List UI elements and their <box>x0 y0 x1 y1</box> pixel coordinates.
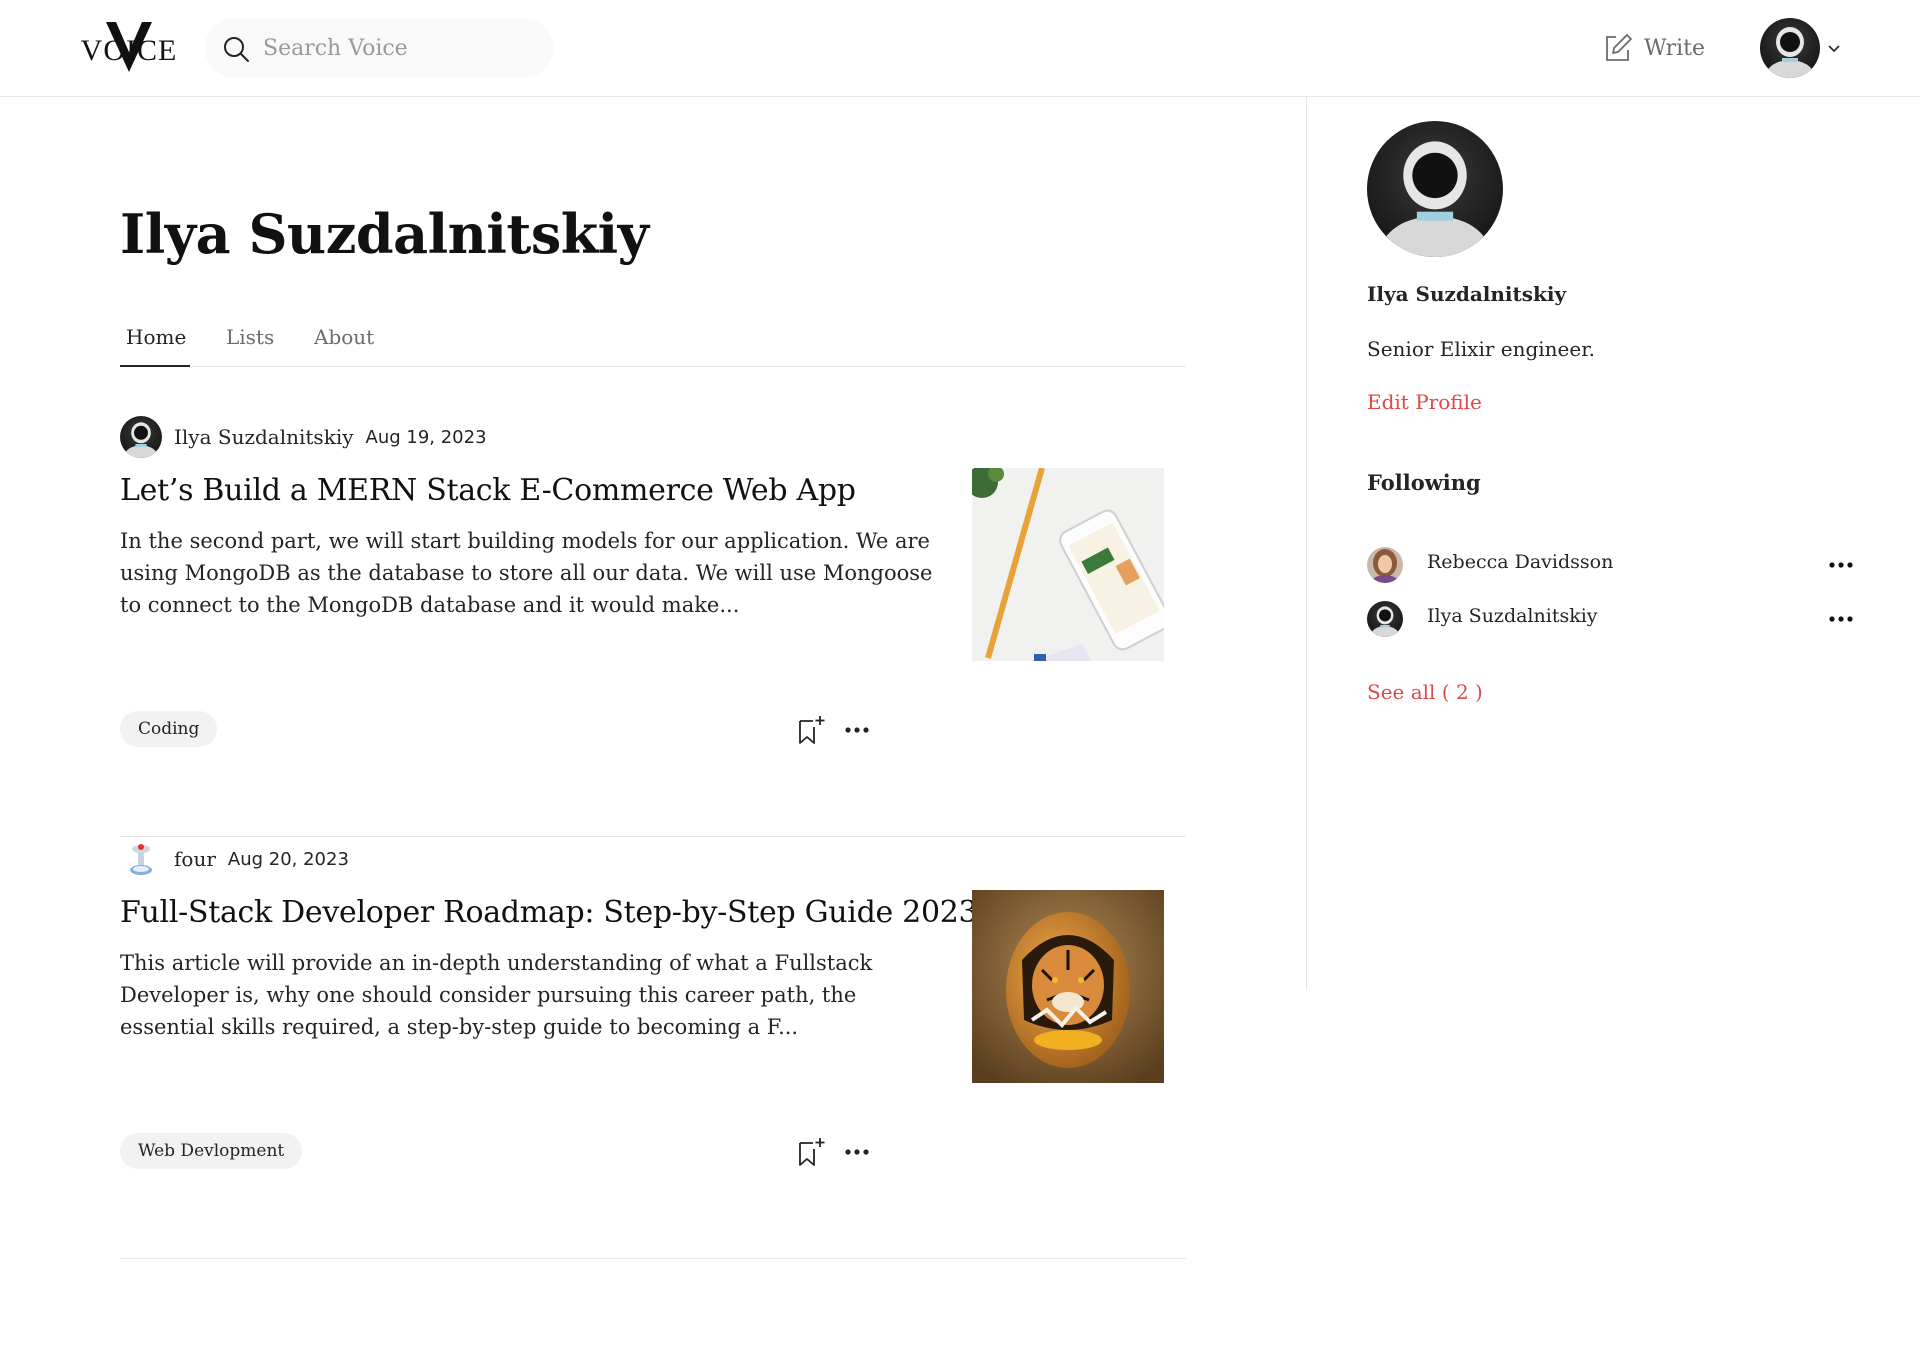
write-label: Write <box>1644 35 1706 61</box>
following-name[interactable]: Rebecca Davidsson <box>1427 551 1613 573</box>
bookmark-add-icon[interactable] <box>796 1137 826 1167</box>
author-name[interactable]: Ilya Suzdalnitskiy <box>174 425 354 449</box>
more-options-icon[interactable] <box>842 720 872 740</box>
robot-avatar-icon <box>1766 27 1814 78</box>
bookmark-add-icon[interactable] <box>796 715 826 745</box>
tab-about[interactable]: About <box>314 325 374 349</box>
article-title[interactable]: Let’s Build a MERN Stack E-Commerce Web … <box>120 473 856 508</box>
more-options-icon[interactable] <box>1827 611 1855 627</box>
profile-name: Ilya Suzdalnitskiy <box>1367 282 1567 306</box>
sidebar-divider <box>1306 97 1307 990</box>
figurine-avatar-icon <box>120 838 162 880</box>
robot-avatar-icon <box>124 422 158 458</box>
edit-profile-link[interactable]: Edit Profile <box>1367 390 1482 414</box>
tag-chip[interactable]: Web Devlopment <box>120 1133 303 1169</box>
search-icon <box>224 37 249 62</box>
article-excerpt[interactable]: This article will provide an in-depth un… <box>120 947 940 1043</box>
article-thumbnail[interactable] <box>972 468 1164 661</box>
article-excerpt[interactable]: In the second part, we will start buildi… <box>120 525 940 621</box>
robot-avatar-icon <box>1370 606 1400 637</box>
top-header: VOICE Write <box>0 0 1920 97</box>
profile-tabs: Home Lists About <box>120 315 1186 367</box>
see-all-following-link[interactable]: See all ( 2 ) <box>1367 680 1483 704</box>
phone-on-desk-image <box>972 468 1164 661</box>
woman-portrait-avatar-icon <box>1367 547 1403 583</box>
following-item[interactable]: Rebecca Davidsson <box>1367 545 1857 585</box>
more-options-icon[interactable] <box>1827 557 1855 573</box>
write-icon <box>1606 34 1632 61</box>
article-meta: Ilya Suzdalnitskiy Aug 19, 2023 <box>120 415 487 459</box>
article-card[interactable]: Ilya Suzdalnitskiy Aug 19, 2023 Let’s Bu… <box>120 415 1186 837</box>
author-name[interactable]: four <box>174 847 216 871</box>
article-date: Aug 19, 2023 <box>365 426 487 448</box>
tab-lists[interactable]: Lists <box>226 325 274 349</box>
active-tab-indicator <box>120 365 190 367</box>
profile-bio: Senior Elixir engineer. <box>1367 337 1595 361</box>
logo-text: VOICE <box>80 34 178 67</box>
search-bar[interactable] <box>205 18 553 78</box>
following-name[interactable]: Ilya Suzdalnitskiy <box>1427 605 1598 627</box>
tab-home[interactable]: Home <box>126 325 186 349</box>
profile-avatar <box>1367 121 1503 257</box>
tiger-in-egg-image <box>972 890 1164 1083</box>
more-options-icon[interactable] <box>842 1142 872 1162</box>
page-title: Ilya Suzdalnitskiy <box>120 202 649 266</box>
chevron-down-icon <box>1828 45 1840 53</box>
user-avatar <box>1760 18 1820 78</box>
voice-logo[interactable]: VOICE <box>80 20 178 74</box>
author-avatar[interactable] <box>120 416 162 458</box>
search-input[interactable] <box>263 30 533 66</box>
article-title[interactable]: Full-Stack Developer Roadmap: Step-by-St… <box>120 895 978 930</box>
user-menu-button[interactable] <box>1760 18 1842 78</box>
article-card[interactable]: four Aug 20, 2023 Full-Stack Developer R… <box>120 837 1186 1259</box>
following-avatar[interactable] <box>1367 601 1403 637</box>
write-button[interactable]: Write <box>1602 30 1705 66</box>
tag-chip[interactable]: Coding <box>120 711 218 747</box>
article-date: Aug 20, 2023 <box>227 848 349 870</box>
article-thumbnail[interactable] <box>972 890 1164 1083</box>
article-meta: four Aug 20, 2023 <box>120 837 349 881</box>
following-heading: Following <box>1367 470 1481 495</box>
following-item[interactable]: Ilya Suzdalnitskiy <box>1367 599 1857 639</box>
author-avatar[interactable] <box>120 838 162 880</box>
robot-avatar-icon <box>1380 141 1490 257</box>
following-avatar[interactable] <box>1367 547 1403 583</box>
